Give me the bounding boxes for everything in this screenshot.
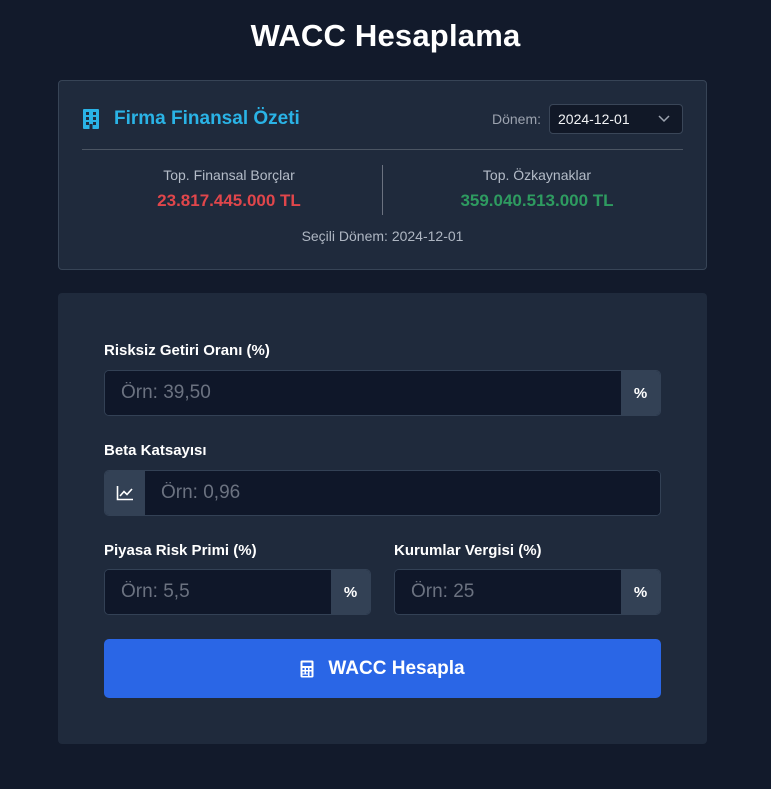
wacc-form-card: Risksiz Getiri Oranı (%) % Beta Katsayıs…	[58, 293, 707, 744]
calculate-wacc-button[interactable]: WACC Hesapla	[104, 639, 661, 698]
risk-free-input[interactable]	[105, 371, 621, 415]
chart-line-icon	[105, 471, 145, 515]
risk-free-label: Risksiz Getiri Oranı (%)	[104, 342, 270, 359]
beta-input[interactable]	[145, 471, 660, 515]
financial-summary-card: Firma Finansal Özeti Dönem: 2024-12-01 T…	[58, 80, 707, 270]
period-select[interactable]: 2024-12-01	[549, 104, 683, 134]
debt-value: 23.817.445.000 TL	[157, 191, 301, 210]
tax-rate-label: Kurumlar Vergisi (%)	[394, 542, 542, 559]
market-premium-label: Piyasa Risk Primi (%)	[104, 542, 257, 559]
tax-rate-group: %	[394, 569, 661, 615]
percent-addon: %	[621, 371, 660, 415]
equity-value: 359.040.513.000 TL	[460, 191, 614, 210]
debt-label: Top. Finansal Borçlar	[163, 167, 295, 183]
building-icon	[83, 109, 99, 129]
stat-separator	[382, 165, 383, 215]
equity-stat: Top. Özkaynaklar 359.040.513.000 TL	[387, 167, 687, 211]
tax-rate-input[interactable]	[395, 570, 621, 614]
calculate-button-label: WACC Hesapla	[328, 657, 465, 679]
beta-label: Beta Katsayısı	[104, 442, 207, 459]
summary-divider	[82, 149, 683, 150]
risk-free-group: %	[104, 370, 661, 416]
beta-group	[104, 470, 661, 516]
market-premium-input[interactable]	[105, 570, 331, 614]
percent-addon: %	[331, 570, 370, 614]
summary-header: Firma Finansal Özeti Dönem: 2024-12-01	[82, 104, 683, 135]
page-title: WACC Hesaplama	[250, 18, 521, 53]
summary-title: Firma Finansal Özeti	[114, 108, 300, 129]
debt-stat: Top. Finansal Borçlar 23.817.445.000 TL	[79, 167, 379, 211]
calculator-icon	[300, 660, 314, 677]
chevron-down-icon	[658, 115, 670, 123]
period-label: Dönem:	[491, 111, 541, 127]
market-premium-group: %	[104, 569, 371, 615]
percent-addon: %	[621, 570, 660, 614]
period-select-value: 2024-12-01	[558, 111, 630, 127]
selected-period-text: Seçili Dönem: 2024-12-01	[301, 228, 464, 244]
equity-label: Top. Özkaynaklar	[482, 167, 592, 183]
